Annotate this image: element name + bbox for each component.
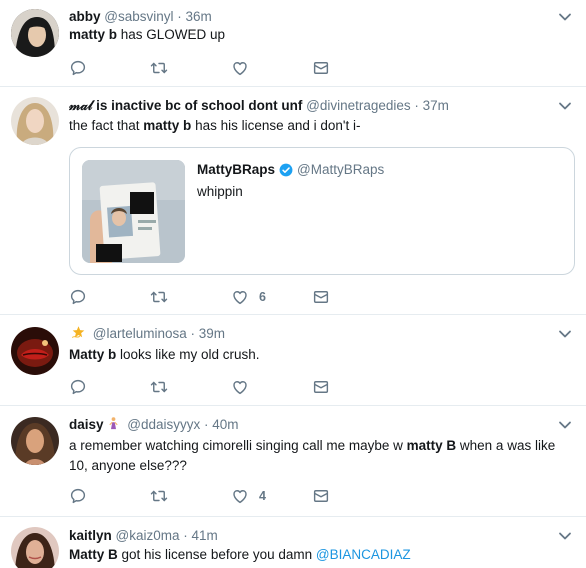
retweet-button[interactable] (150, 486, 168, 506)
mention-link[interactable]: @BIANCADIAZ (316, 547, 411, 562)
like-button[interactable]: 4 (231, 486, 266, 506)
tweet-text: Matty b looks like my old crush. (69, 347, 260, 362)
display-name[interactable]: 𝓂𝒶𝓁 is inactive bc of school dont unf (69, 98, 302, 113)
reply-button[interactable] (69, 486, 87, 506)
timestamp[interactable]: · 41m (183, 528, 218, 543)
reply-icon (69, 59, 87, 77)
message-button[interactable] (312, 287, 330, 307)
like-button[interactable] (231, 58, 249, 78)
message-icon (312, 59, 330, 77)
tweet-text: a remember watching cimorelli singing ca… (69, 438, 556, 473)
retweet-icon (150, 288, 168, 306)
username[interactable]: @larteluminosa (93, 326, 187, 341)
retweet-icon (150, 59, 168, 77)
timestamp[interactable]: · 36m (177, 9, 212, 24)
like-icon (231, 288, 249, 306)
timestamp[interactable]: · 40m (204, 417, 239, 432)
reply-icon (69, 378, 87, 396)
avatar[interactable] (11, 9, 59, 57)
tweet[interactable]: @larteluminosa · 39m Matty b looks like … (0, 315, 586, 406)
chevron-down-icon[interactable] (557, 417, 573, 433)
avatar[interactable] (11, 527, 59, 568)
like-count: 6 (259, 290, 266, 304)
message-button[interactable] (312, 58, 330, 78)
tweet[interactable]: kaitlyn @kaiz0ma · 41m Matty B got his l… (0, 517, 586, 568)
retweet-icon (150, 378, 168, 396)
reply-button[interactable] (69, 58, 87, 78)
quoted-username[interactable]: @MattyBRaps (297, 162, 384, 177)
like-icon (231, 59, 249, 77)
message-icon (312, 288, 330, 306)
quoted-tweet-image (82, 160, 185, 263)
avatar[interactable] (11, 97, 59, 145)
verified-badge-icon (279, 163, 293, 177)
reply-icon (69, 487, 87, 505)
tweet-text: Matty B got his license before you damn … (69, 547, 411, 562)
chevron-down-icon[interactable] (557, 326, 573, 342)
message-icon (312, 487, 330, 505)
like-icon (231, 378, 249, 396)
quoted-tweet-text: whippin (197, 184, 243, 199)
avatar[interactable] (11, 417, 59, 465)
tweet[interactable]: abby @sabsvinyl · 36m matty b has GLOWED… (0, 0, 586, 87)
chevron-down-icon[interactable] (557, 9, 573, 25)
message-button[interactable] (312, 377, 330, 397)
tweet-text: matty b has GLOWED up (69, 27, 226, 42)
display-name[interactable]: abby (69, 9, 101, 24)
like-count: 4 (259, 489, 266, 503)
display-name[interactable]: kaitlyn (69, 528, 112, 543)
reply-button[interactable] (69, 287, 87, 307)
quoted-display-name[interactable]: MattyBRaps (197, 162, 275, 177)
like-icon (231, 487, 249, 505)
quoted-tweet[interactable]: MattyBRaps @MattyBRaps whippin (69, 147, 575, 275)
tweet-text: the fact that matty b has his license an… (69, 118, 361, 133)
reply-icon (69, 288, 87, 306)
tweet[interactable]: daisy @ddaisyyyx · 40m a remember watchi… (0, 406, 586, 517)
retweet-icon (150, 487, 168, 505)
reply-button[interactable] (69, 377, 87, 397)
tweet[interactable]: 𝓂𝒶𝓁 is inactive bc of school dont unf @d… (0, 87, 586, 315)
dizzy-star-emoji-icon (71, 326, 85, 338)
timestamp[interactable]: · 37m (414, 98, 449, 113)
username[interactable]: @kaiz0ma (116, 528, 180, 543)
retweet-button[interactable] (150, 377, 168, 397)
message-button[interactable] (312, 486, 330, 506)
message-icon (312, 378, 330, 396)
retweet-button[interactable] (150, 58, 168, 78)
like-button[interactable]: 6 (231, 287, 266, 307)
chevron-down-icon[interactable] (557, 98, 573, 114)
chevron-down-icon[interactable] (557, 528, 573, 544)
username[interactable]: @divinetragedies (306, 98, 411, 113)
person-emoji-icon (108, 417, 118, 430)
username[interactable]: @ddaisyyyx (127, 417, 200, 432)
retweet-button[interactable] (150, 287, 168, 307)
display-name[interactable]: daisy (69, 417, 104, 432)
username[interactable]: @sabsvinyl (104, 9, 173, 24)
like-button[interactable] (231, 377, 249, 397)
timestamp[interactable]: · 39m (191, 326, 226, 341)
avatar[interactable] (11, 327, 59, 375)
